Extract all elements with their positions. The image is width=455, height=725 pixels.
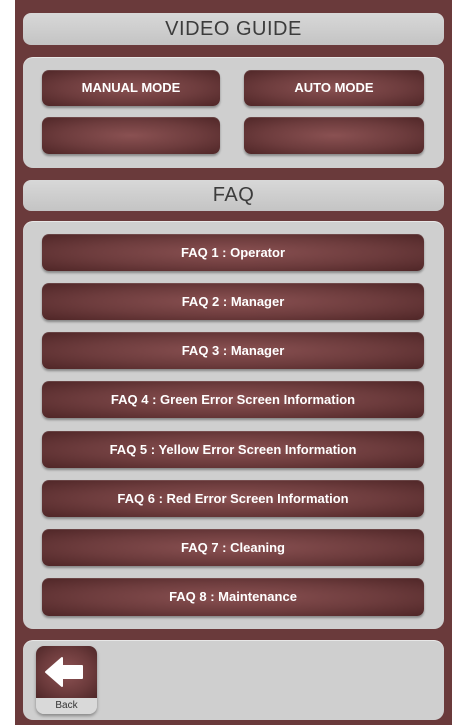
faq-3-label: FAQ 3 : Manager — [181, 343, 285, 358]
faq-1-label: FAQ 1 : Operator — [180, 245, 286, 260]
video-guide-header: VIDEO GUIDE — [23, 13, 444, 45]
faq-4-button[interactable]: FAQ 4 : Green Error Screen Information — [42, 381, 424, 418]
faq-7-button[interactable]: FAQ 7 : Cleaning — [42, 529, 424, 566]
faq-1-button[interactable]: FAQ 1 : Operator — [42, 234, 424, 271]
faq-7-label: FAQ 7 : Cleaning — [180, 540, 285, 555]
faq-header: FAQ — [23, 180, 444, 211]
arrow-left-icon — [45, 657, 83, 687]
faq-4-label: FAQ 4 : Green Error Screen Information — [110, 392, 356, 407]
auto-mode-label: AUTO MODE — [294, 80, 374, 95]
app-frame: VIDEO GUIDE MANUAL MODE AUTO MODE FAQ FA… — [15, 0, 452, 725]
faq-5-button[interactable]: FAQ 5 : Yellow Error Screen Information — [42, 431, 424, 468]
auto-mode-button[interactable]: AUTO MODE — [244, 70, 424, 106]
back-label: Back — [36, 698, 97, 714]
back-button[interactable]: Back — [36, 646, 97, 714]
faq-3-button[interactable]: FAQ 3 : Manager — [42, 332, 424, 369]
video-guide-title: VIDEO GUIDE — [165, 18, 302, 40]
faq-6-label: FAQ 6 : Red Error Screen Information — [117, 491, 349, 506]
manual-mode-button[interactable]: MANUAL MODE — [42, 70, 220, 106]
video-empty-button-2[interactable] — [244, 117, 424, 154]
video-empty-button-1[interactable] — [42, 117, 220, 154]
faq-8-label: FAQ 8 : Maintenance — [169, 589, 297, 604]
faq-8-button[interactable]: FAQ 8 : Maintenance — [42, 578, 424, 616]
manual-mode-label: MANUAL MODE — [81, 80, 181, 95]
faq-2-label: FAQ 2 : Manager — [181, 294, 285, 309]
faq-6-button[interactable]: FAQ 6 : Red Error Screen Information — [42, 480, 424, 517]
faq-5-label: FAQ 5 : Yellow Error Screen Information — [109, 442, 357, 457]
faq-2-button[interactable]: FAQ 2 : Manager — [42, 283, 424, 320]
faq-title: FAQ — [212, 184, 255, 206]
back-button-face — [36, 646, 97, 698]
